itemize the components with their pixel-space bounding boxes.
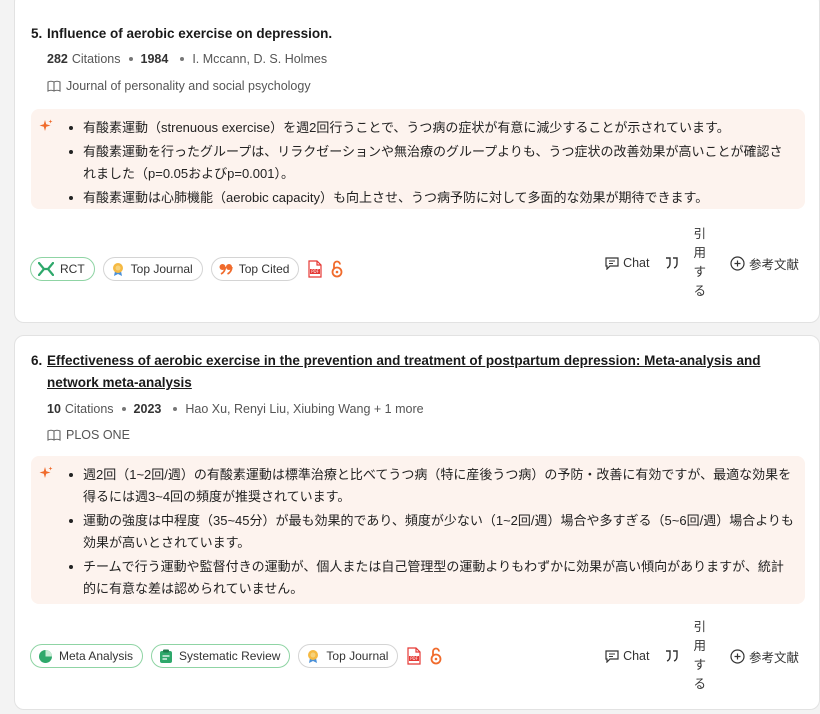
quote-icon <box>219 264 233 275</box>
pie-chart-icon <box>39 649 52 663</box>
chat-label: Chat <box>623 256 650 270</box>
tag-meta-analysis[interactable]: Meta Analysis <box>30 644 144 668</box>
paper-card: 5. Influence of aerobic exercise on depr… <box>14 0 820 323</box>
open-access-lock-icon[interactable] <box>430 647 442 665</box>
cite-char: 用 <box>693 639 706 653</box>
action-bar: Chat 引 用 す る 参考文献 <box>589 618 799 694</box>
tag-label: RCT <box>60 262 85 276</box>
cite-button[interactable]: 引 用 す る <box>665 225 706 301</box>
references-button[interactable]: 参考文献 <box>730 254 799 273</box>
open-access-lock-icon[interactable] <box>331 260 343 278</box>
paper-meta: 10 Citations 2023 Hao Xu, Renyi Liu, Xiu… <box>47 402 424 416</box>
authors: I. Mccann, D. S. Holmes <box>192 52 328 66</box>
separator-dot <box>121 407 126 411</box>
references-label: 参考文献 <box>748 650 799 665</box>
summary-list: 有酸素運動（strenuous exercise）を週2回行うことで、うつ病の症… <box>31 109 805 209</box>
pdf-icon[interactable]: PDF <box>307 260 323 278</box>
cite-label: 引 用 す る <box>693 618 706 694</box>
citations-label: Citations <box>71 52 121 66</box>
summary-box: 有酸素運動（strenuous exercise）を週2回行うことで、うつ病の症… <box>31 109 805 209</box>
separator-dot <box>173 407 178 411</box>
publication-year: 1984 <box>140 52 169 66</box>
book-icon <box>47 429 61 441</box>
quote-icon <box>666 257 679 269</box>
cite-char: す <box>693 265 706 279</box>
tag-label: Top Cited <box>238 262 290 276</box>
tag-label: Systematic Review <box>179 649 281 663</box>
add-circle-icon <box>730 255 745 271</box>
chat-icon <box>605 649 619 663</box>
paper-card: 6. Effectiveness of aerobic exercise in … <box>14 335 820 710</box>
paper-title-row: 5. Influence of aerobic exercise on depr… <box>31 23 789 45</box>
citations-count: 10 <box>47 402 61 416</box>
cite-char: 引 <box>693 227 706 241</box>
journal-row: PLOS ONE <box>47 428 130 442</box>
cite-char: す <box>693 658 706 672</box>
paper-title[interactable]: Effectiveness of aerobic exercise in the… <box>47 350 789 394</box>
tag-label: Meta Analysis <box>59 649 134 663</box>
tag-systematic-review[interactable]: Systematic Review <box>151 644 291 668</box>
tag-row: RCT Top Journal Top Cited PDF <box>30 257 351 281</box>
cite-button[interactable]: 引 用 す る <box>665 618 706 694</box>
summary-point: チームで行う運動や監督付きの運動が、個人または自己管理型の運動よりもわずかに効果… <box>69 556 795 600</box>
chat-button[interactable]: Chat <box>605 256 649 270</box>
svg-text:PDF: PDF <box>411 656 419 661</box>
citations-label: Citations <box>64 402 114 416</box>
references-button[interactable]: 参考文献 <box>730 647 799 666</box>
tag-top-cited[interactable]: Top Cited <box>210 257 300 281</box>
journal-name: PLOS ONE <box>66 428 130 442</box>
cite-char: 用 <box>693 246 706 260</box>
citations-count: 282 <box>47 52 68 66</box>
tag-top-journal[interactable]: Top Journal <box>298 644 399 668</box>
cite-label: 引 用 す る <box>693 225 706 301</box>
journal-row: Journal of personality and social psycho… <box>47 79 311 93</box>
journal-name: Journal of personality and social psycho… <box>66 79 311 93</box>
paper-title-row: 6. Effectiveness of aerobic exercise in … <box>31 350 789 394</box>
chat-button[interactable]: Chat <box>605 649 649 663</box>
summary-point: 有酸素運動（strenuous exercise）を週2回行うことで、うつ病の症… <box>69 117 795 139</box>
svg-text:PDF: PDF <box>312 269 320 274</box>
summary-point: 有酸素運動は心肺機能（aerobic capacity）も向上させ、うつ病予防に… <box>69 187 795 209</box>
summary-point: 運動の強度は中程度（35~45分）が最も効果的であり、頻度が少ない（1~2回/週… <box>69 510 795 554</box>
paper-number: 6. <box>31 353 43 368</box>
cite-char: 引 <box>693 620 706 634</box>
cite-char: る <box>693 677 706 691</box>
cite-char: る <box>693 284 706 298</box>
summary-list: 週2回（1~2回/週）の有酸素運動は標準治療と比べてうつ病（特に産後うつ病）の予… <box>31 456 805 600</box>
medal-icon <box>112 262 123 276</box>
separator-dot <box>128 57 133 61</box>
add-circle-icon <box>730 648 745 664</box>
authors: Hao Xu, Renyi Liu, Xiubing Wang + 1 more <box>185 402 424 416</box>
quote-icon <box>666 650 679 662</box>
summary-box: 週2回（1~2回/週）の有酸素運動は標準治療と比べてうつ病（特に産後うつ病）の予… <box>31 456 805 604</box>
references-label: 参考文献 <box>748 257 799 272</box>
chat-icon <box>605 256 619 270</box>
chat-label: Chat <box>623 649 650 663</box>
book-icon <box>47 80 61 92</box>
tag-label: Top Journal <box>326 649 389 663</box>
summary-point: 有酸素運動を行ったグループは、リラクゼーションや無治療のグループよりも、うつ症状… <box>69 141 795 185</box>
summary-point: 週2回（1~2回/週）の有酸素運動は標準治療と比べてうつ病（特に産後うつ病）の予… <box>69 464 795 508</box>
clipboard-icon <box>160 649 173 663</box>
paper-title[interactable]: Influence of aerobic exercise on depress… <box>47 23 332 45</box>
tag-rct[interactable]: RCT <box>30 257 95 281</box>
sparkle-icon <box>39 466 53 478</box>
medal-icon <box>308 649 319 663</box>
publication-year: 2023 <box>133 402 162 416</box>
paper-meta: 282 Citations 1984 I. Mccann, D. S. Holm… <box>47 52 327 66</box>
pdf-icon[interactable]: PDF <box>406 647 422 665</box>
sparkle-icon <box>39 119 53 131</box>
tag-top-journal[interactable]: Top Journal <box>102 257 203 281</box>
paper-number: 5. <box>31 26 43 41</box>
separator-dot <box>180 57 185 61</box>
action-bar: Chat 引 用 す る 参考文献 <box>589 225 799 301</box>
rct-icon <box>38 262 54 276</box>
tag-row: Meta Analysis Systematic Review Top Jour… <box>30 644 450 668</box>
tag-label: Top Journal <box>130 262 193 276</box>
